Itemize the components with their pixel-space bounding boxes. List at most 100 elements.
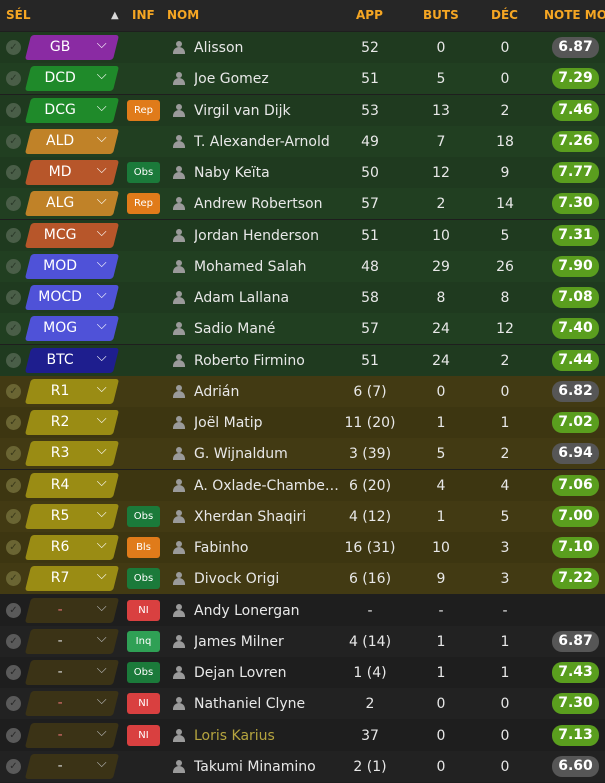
select-checkbox[interactable]: ✓ (6, 258, 21, 274)
sort-ascending-icon[interactable]: ▲ (111, 10, 119, 21)
table-row[interactable]: ✓ MCG ⌵ Jordan Henderson 51 10 5 7.31 (0, 219, 605, 251)
column-header-app[interactable]: APP (356, 8, 383, 22)
position-dropdown[interactable]: GB ⌵ (24, 35, 120, 60)
position-dropdown[interactable]: MCG ⌵ (24, 222, 120, 248)
position-dropdown[interactable]: - ⌵ (24, 691, 120, 717)
info-badge[interactable]: Obs (127, 505, 160, 527)
select-checkbox[interactable]: ✓ (6, 602, 21, 618)
select-checkbox[interactable]: ✓ (6, 446, 21, 462)
position-dropdown[interactable]: DCG ⌵ (24, 97, 120, 123)
player-name[interactable]: Adrián (194, 384, 344, 400)
table-row[interactable]: ✓ R4 ⌵ A. Oxlade-Chamberlain 6 (20) 4 4 7.06 (0, 469, 605, 501)
table-row[interactable]: ✓ DCD ⌵ Joe Gomez 51 5 0 7.29 (0, 63, 605, 95)
select-checkbox[interactable]: ✓ (6, 40, 21, 55)
position-dropdown[interactable]: MOG ⌵ (24, 316, 120, 342)
info-badge[interactable]: NI (127, 693, 160, 715)
table-row[interactable]: ✓ - ⌵ Inq James Milner 4 (14) 1 1 6.87 (0, 625, 605, 657)
table-row[interactable]: ✓ R2 ⌵ Joël Matip 11 (20) 1 1 7.02 (0, 407, 605, 438)
table-row[interactable]: ✓ - ⌵ NI Andy Lonergan - - - (0, 594, 605, 626)
select-checkbox[interactable]: ✓ (6, 290, 21, 305)
select-checkbox[interactable]: ✓ (6, 477, 21, 493)
position-dropdown[interactable]: DCD ⌵ (24, 66, 120, 92)
player-name[interactable]: Andy Lonergan (194, 603, 344, 619)
table-row[interactable]: ✓ - ⌵ Obs Dejan Lovren 1 (4) 1 1 7.43 (0, 657, 605, 688)
player-name[interactable]: Divock Origi (194, 571, 344, 587)
table-row[interactable]: ✓ MOG ⌵ Sadio Mané 57 24 12 7.40 (0, 313, 605, 345)
position-dropdown[interactable]: BTC ⌵ (24, 347, 120, 373)
position-dropdown[interactable]: - ⌵ (24, 753, 120, 779)
position-dropdown[interactable]: R2 ⌵ (24, 410, 120, 435)
player-name[interactable]: Alisson (194, 40, 344, 56)
position-dropdown[interactable]: R3 ⌵ (24, 441, 120, 467)
player-name[interactable]: Roberto Firmino (194, 353, 344, 369)
info-badge[interactable]: NI (127, 724, 160, 746)
table-row[interactable]: ✓ - ⌵ Takumi Minamino 2 (1) 0 0 6.60 (0, 750, 605, 782)
table-row[interactable]: ✓ R5 ⌵ Obs Xherdan Shaqiri 4 (12) 1 5 7.00 (0, 500, 605, 532)
column-header-inf[interactable]: INF (132, 8, 155, 22)
player-name[interactable]: Sadio Mané (194, 321, 344, 337)
player-name[interactable]: Xherdan Shaqiri (194, 509, 344, 525)
player-name[interactable]: Joël Matip (194, 415, 344, 431)
info-badge[interactable]: Rep (127, 99, 160, 121)
select-checkbox[interactable]: ✓ (6, 227, 21, 243)
position-dropdown[interactable]: - ⌵ (24, 628, 120, 654)
select-checkbox[interactable]: ✓ (6, 196, 21, 212)
info-badge[interactable]: NI (127, 599, 160, 621)
table-row[interactable]: ✓ - ⌵ NI Loris Karius 37 0 0 7.13 (0, 719, 605, 751)
select-checkbox[interactable]: ✓ (6, 758, 21, 774)
select-checkbox[interactable]: ✓ (6, 321, 21, 337)
table-row[interactable]: ✓ ALD ⌵ T. Alexander-Arnold 49 7 18 7.26 (0, 125, 605, 157)
position-dropdown[interactable]: MOD ⌵ (24, 253, 120, 279)
player-name[interactable]: Fabinho (194, 540, 344, 556)
player-name[interactable]: Nathaniel Clyne (194, 696, 344, 712)
column-header-dec[interactable]: DÉC (491, 8, 518, 22)
player-name[interactable]: Mohamed Salah (194, 259, 344, 275)
select-checkbox[interactable]: ✓ (6, 727, 21, 743)
player-name[interactable]: Takumi Minamino (194, 759, 344, 775)
table-row[interactable]: ✓ R1 ⌵ Adrián 6 (7) 0 0 6.82 (0, 375, 605, 407)
position-dropdown[interactable]: R6 ⌵ (24, 535, 120, 560)
table-row[interactable]: ✓ - ⌵ NI Nathaniel Clyne 2 0 0 7.30 (0, 688, 605, 720)
select-checkbox[interactable]: ✓ (6, 352, 21, 368)
position-dropdown[interactable]: R4 ⌵ (24, 472, 120, 498)
table-row[interactable]: ✓ DCG ⌵ Rep Virgil van Dijk 53 13 2 7.46 (0, 94, 605, 126)
info-badge[interactable]: Inq (127, 630, 160, 652)
select-checkbox[interactable]: ✓ (6, 165, 21, 180)
info-badge[interactable]: Obs (127, 662, 160, 683)
select-checkbox[interactable]: ✓ (6, 571, 21, 587)
select-checkbox[interactable]: ✓ (6, 415, 21, 430)
table-row[interactable]: ✓ GB ⌵ Alisson 52 0 0 6.87 (0, 32, 605, 63)
select-checkbox[interactable]: ✓ (6, 133, 21, 149)
position-dropdown[interactable]: - ⌵ (24, 722, 120, 748)
select-checkbox[interactable]: ✓ (6, 71, 21, 87)
select-checkbox[interactable]: ✓ (6, 102, 21, 118)
table-row[interactable]: ✓ ALG ⌵ Rep Andrew Robertson 57 2 14 7.30 (0, 188, 605, 220)
player-name[interactable]: Virgil van Dijk (194, 103, 344, 119)
select-checkbox[interactable]: ✓ (6, 383, 21, 399)
column-header-nom[interactable]: NOM (167, 8, 199, 22)
table-row[interactable]: ✓ R3 ⌵ G. Wijnaldum 3 (39) 5 2 6.94 (0, 438, 605, 470)
table-row[interactable]: ✓ BTC ⌵ Roberto Firmino 51 24 2 7.44 (0, 344, 605, 376)
position-dropdown[interactable]: ALG ⌵ (24, 191, 120, 217)
position-dropdown[interactable]: - ⌵ (24, 597, 120, 623)
position-dropdown[interactable]: ALD ⌵ (24, 128, 120, 154)
position-dropdown[interactable]: MD ⌵ (24, 160, 120, 185)
table-row[interactable]: ✓ MD ⌵ Obs Naby Keïta 50 12 9 7.77 (0, 157, 605, 188)
info-badge[interactable]: Obs (127, 568, 160, 590)
select-checkbox[interactable]: ✓ (6, 633, 21, 649)
position-dropdown[interactable]: - ⌵ (24, 660, 120, 685)
player-name[interactable]: Loris Karius (194, 728, 344, 744)
player-name[interactable]: Jordan Henderson (194, 228, 344, 244)
player-name[interactable]: Adam Lallana (194, 290, 344, 306)
position-dropdown[interactable]: MOCD ⌵ (24, 285, 120, 310)
position-dropdown[interactable]: R1 ⌵ (24, 378, 120, 404)
column-header-buts[interactable]: BUTS (423, 8, 459, 22)
info-badge[interactable]: Rep (127, 193, 160, 215)
player-name[interactable]: Andrew Robertson (194, 196, 344, 212)
position-dropdown[interactable]: R7 ⌵ (24, 566, 120, 592)
player-name[interactable]: Dejan Lovren (194, 665, 344, 681)
info-badge[interactable]: Obs (127, 162, 160, 183)
player-name[interactable]: James Milner (194, 634, 344, 650)
table-row[interactable]: ✓ MOD ⌵ Mohamed Salah 48 29 26 7.90 (0, 250, 605, 282)
player-name[interactable]: G. Wijnaldum (194, 446, 344, 462)
